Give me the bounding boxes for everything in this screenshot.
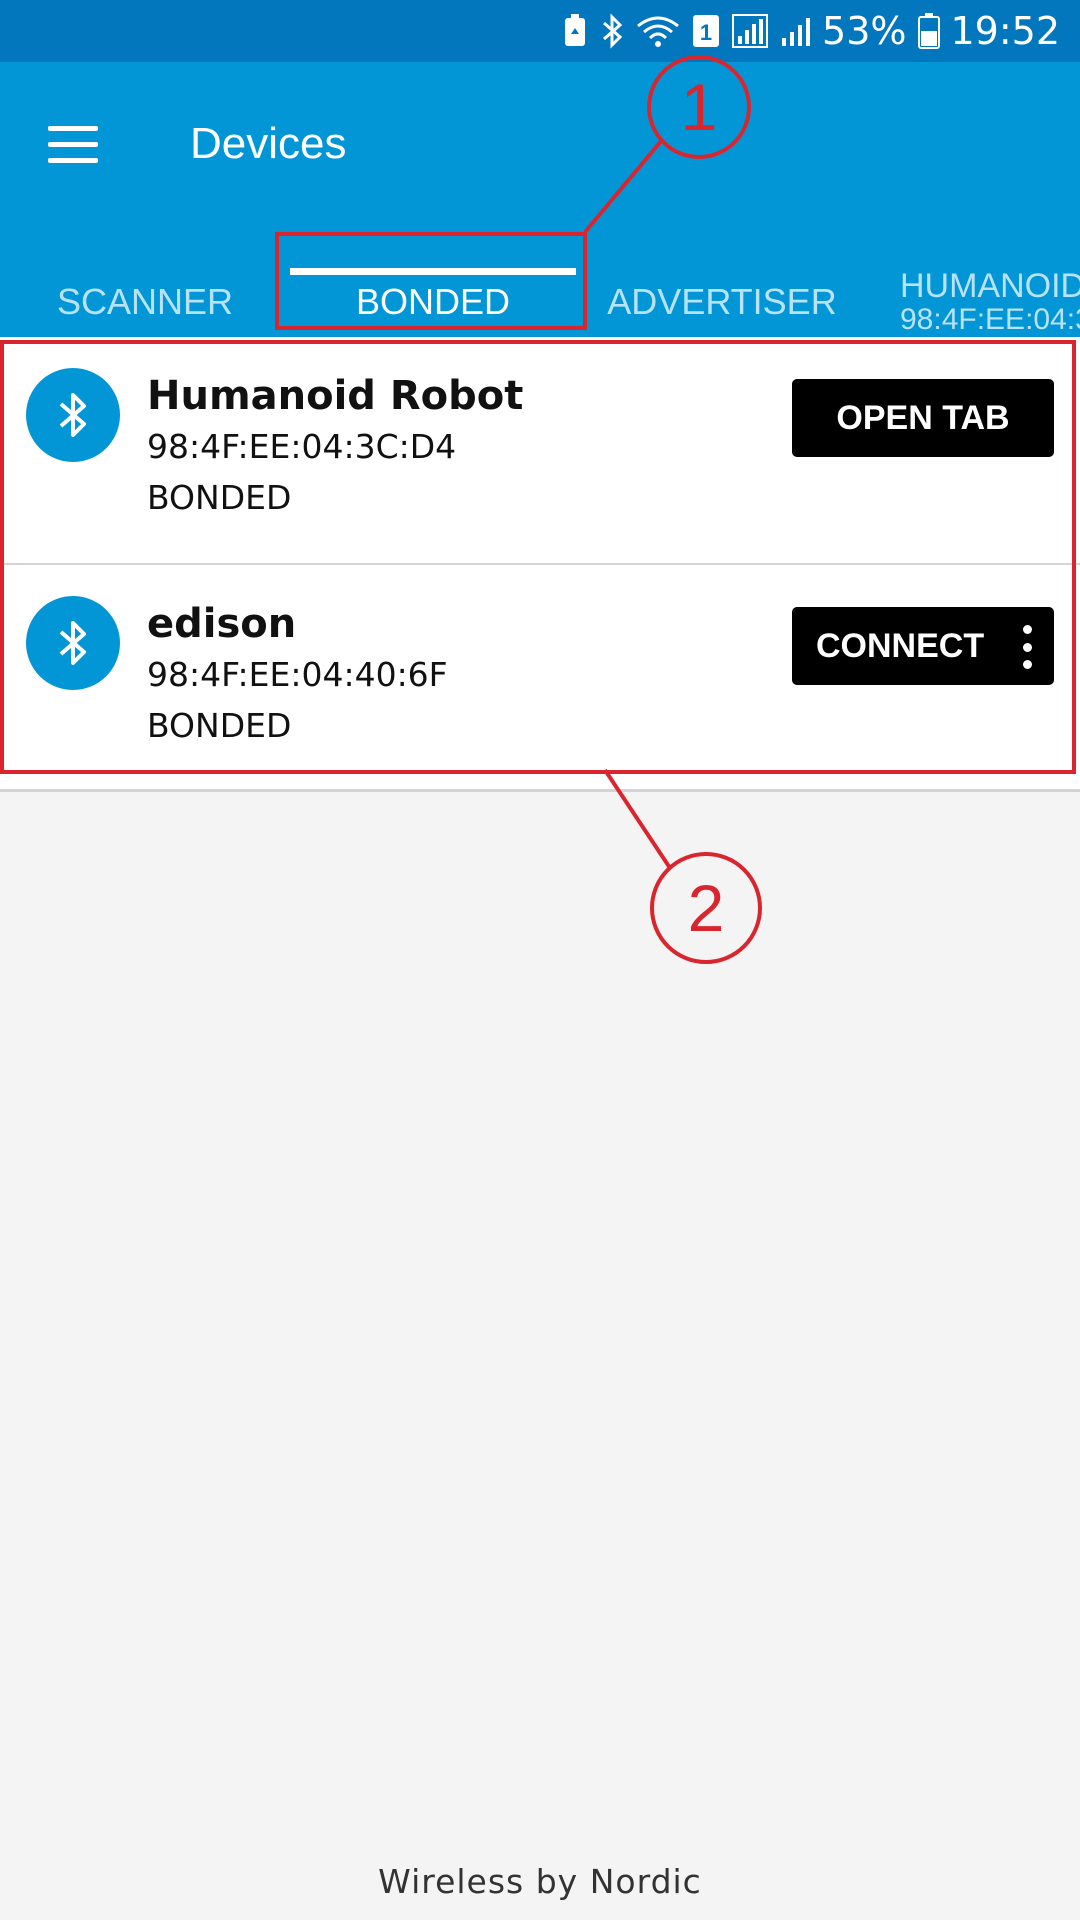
sim-icon: 1 <box>692 14 720 48</box>
tab-scanner[interactable]: SCANNER <box>0 267 290 337</box>
annotation-label-2: 2 <box>650 852 762 964</box>
annotation-label-1: 1 <box>647 55 751 159</box>
clock: 19:52 <box>950 9 1060 53</box>
hamburger-menu-icon[interactable] <box>38 114 108 174</box>
tab-sublabel: 98:4F:EE:04:3 <box>900 303 1080 336</box>
annotation-box-device-list <box>0 340 1076 774</box>
battery-icon <box>918 13 941 49</box>
tab-advertiser[interactable]: ADVERTISER <box>576 267 868 337</box>
page-title: Devices <box>190 119 347 168</box>
sim-label: 1 <box>700 20 712 45</box>
tab-humanoid[interactable]: HUMANOID 98:4F:EE:04:3 <box>900 267 1080 337</box>
wifi-icon <box>636 14 680 48</box>
tab-label: SCANNER <box>56 281 234 322</box>
footer-brand: Wireless by Nordic <box>378 1862 702 1901</box>
signal-icon <box>732 14 769 48</box>
tab-label: HUMANOID <box>900 267 1080 305</box>
bluetooth-icon <box>600 13 624 49</box>
status-bar: 1 53% 19:52 <box>0 0 1080 62</box>
tab-label: ADVERTISER <box>607 281 837 322</box>
annotation-box-bonded-tab <box>275 232 587 330</box>
battery-saver-icon <box>562 14 588 48</box>
battery-percent: 53% <box>822 9 907 53</box>
signal-icon <box>780 14 812 48</box>
